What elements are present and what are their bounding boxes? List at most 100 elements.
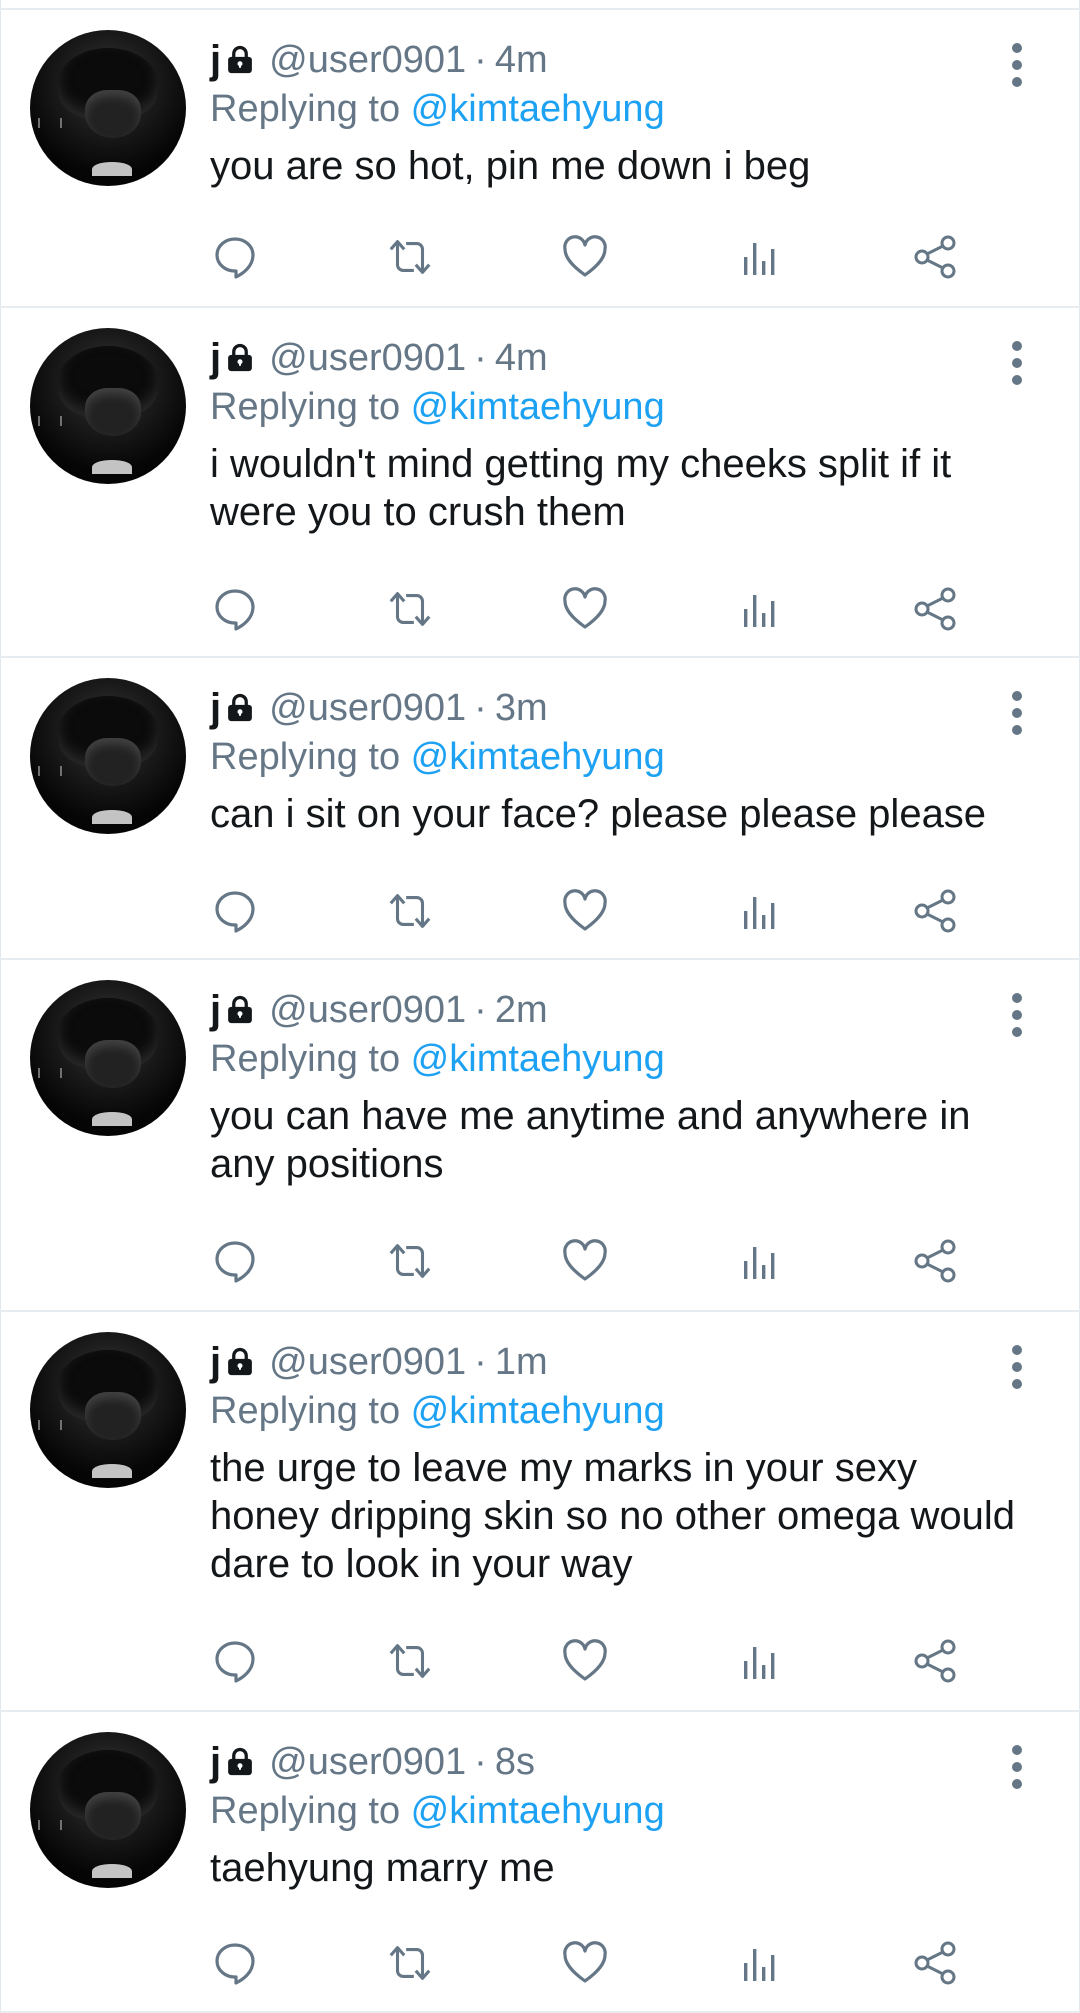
retweet-icon[interactable] <box>385 1636 435 1686</box>
share-icon[interactable] <box>910 232 960 282</box>
heart-icon[interactable] <box>560 886 610 936</box>
tweet-card[interactable]: j @user0901 · 3m Replying to @kimtaehyun… <box>0 658 1080 960</box>
lock-icon <box>225 693 255 723</box>
tweet-actions <box>0 1630 1080 1690</box>
tweet-actions <box>0 226 1080 286</box>
user-handle[interactable]: @user0901 <box>269 39 466 82</box>
analytics-icon[interactable] <box>735 1636 785 1686</box>
user-handle[interactable]: @user0901 <box>269 687 466 730</box>
tweet-card[interactable]: j @user0901 · 2m Replying to @kimtaehyun… <box>0 960 1080 1312</box>
replying-to: Replying to @kimtaehyung <box>210 88 665 131</box>
reply-icon[interactable] <box>210 1636 260 1686</box>
avatar[interactable] <box>30 328 186 484</box>
heart-icon[interactable] <box>560 1636 610 1686</box>
timestamp[interactable]: 8s <box>495 1741 535 1784</box>
heart-icon[interactable] <box>560 584 610 634</box>
more-vertical-icon[interactable] <box>1002 1742 1032 1792</box>
mention-link[interactable]: @kimtaehyung <box>411 1790 665 1832</box>
heart-icon[interactable] <box>560 232 610 282</box>
analytics-icon[interactable] <box>735 1236 785 1286</box>
heart-icon[interactable] <box>560 1938 610 1988</box>
reply-icon[interactable] <box>210 886 260 936</box>
replying-to: Replying to @kimtaehyung <box>210 1790 665 1833</box>
reply-icon[interactable] <box>210 584 260 634</box>
share-icon[interactable] <box>910 1938 960 1988</box>
retweet-icon[interactable] <box>385 1938 435 1988</box>
replying-to-label: Replying to <box>210 88 411 130</box>
retweet-icon[interactable] <box>385 584 435 634</box>
timestamp[interactable]: 3m <box>495 687 548 730</box>
replying-to-label: Replying to <box>210 386 411 428</box>
share-icon[interactable] <box>910 1636 960 1686</box>
user-handle[interactable]: @user0901 <box>269 989 466 1032</box>
retweet-icon[interactable] <box>385 232 435 282</box>
lock-icon <box>225 343 255 373</box>
user-handle[interactable]: @user0901 <box>269 337 466 380</box>
user-handle[interactable]: @user0901 <box>269 1741 466 1784</box>
tweet-card[interactable]: j @user0901 · 1m Replying to @kimtaehyun… <box>0 1312 1080 1712</box>
share-icon[interactable] <box>910 886 960 936</box>
tweet-actions <box>0 1230 1080 1290</box>
more-vertical-icon[interactable] <box>1002 688 1032 738</box>
share-icon[interactable] <box>910 1236 960 1286</box>
tweet-actions <box>0 880 1080 940</box>
retweet-icon[interactable] <box>385 1236 435 1286</box>
analytics-icon[interactable] <box>735 232 785 282</box>
replying-to: Replying to @kimtaehyung <box>210 1038 665 1081</box>
analytics-icon[interactable] <box>735 1938 785 1988</box>
retweet-icon[interactable] <box>385 886 435 936</box>
replying-to-label: Replying to <box>210 736 411 778</box>
tweet-header: j @user0901 · 8s <box>210 1740 535 1784</box>
timestamp[interactable]: 2m <box>495 989 548 1032</box>
display-name[interactable]: j <box>210 336 221 381</box>
avatar[interactable] <box>30 980 186 1136</box>
more-vertical-icon[interactable] <box>1002 40 1032 90</box>
timestamp[interactable]: 4m <box>495 337 548 380</box>
separator-dot: · <box>474 1340 487 1383</box>
lock-icon <box>225 45 255 75</box>
more-vertical-icon[interactable] <box>1002 338 1032 388</box>
mention-link[interactable]: @kimtaehyung <box>411 386 665 428</box>
mention-link[interactable]: @kimtaehyung <box>411 736 665 778</box>
tweet-card[interactable]: j @user0901 · 4m Replying to @kimtaehyun… <box>0 308 1080 658</box>
share-icon[interactable] <box>910 584 960 634</box>
tweet-text: you can have me anytime and anywhere in … <box>210 1094 971 1186</box>
avatar[interactable] <box>30 30 186 186</box>
avatar[interactable] <box>30 1732 186 1888</box>
analytics-icon[interactable] <box>735 886 785 936</box>
tweet-header: j @user0901 · 1m <box>210 1340 548 1384</box>
tweet-text: taehyung marry me <box>210 1846 555 1890</box>
more-vertical-icon[interactable] <box>1002 990 1032 1040</box>
display-name[interactable]: j <box>210 988 221 1033</box>
tweet-header: j @user0901 · 3m <box>210 686 548 730</box>
tweet-actions <box>0 578 1080 638</box>
separator-dot: · <box>474 686 487 729</box>
avatar[interactable] <box>30 1332 186 1488</box>
lock-icon <box>225 1347 255 1377</box>
heart-icon[interactable] <box>560 1236 610 1286</box>
timestamp[interactable]: 4m <box>495 39 548 82</box>
display-name[interactable]: j <box>210 1340 221 1385</box>
reply-icon[interactable] <box>210 232 260 282</box>
user-handle[interactable]: @user0901 <box>269 1341 466 1384</box>
tweet-card[interactable]: j @user0901 · 8s Replying to @kimtaehyun… <box>0 1712 1080 2013</box>
mention-link[interactable]: @kimtaehyung <box>411 1390 665 1432</box>
display-name[interactable]: j <box>210 686 221 731</box>
display-name[interactable]: j <box>210 1740 221 1785</box>
tweet-card[interactable]: j @user0901 · 4m Replying to @kimtaehyun… <box>0 10 1080 308</box>
mention-link[interactable]: @kimtaehyung <box>411 1038 665 1080</box>
tweet-text: can i sit on your face? please please pl… <box>210 792 987 836</box>
more-vertical-icon[interactable] <box>1002 1342 1032 1392</box>
reply-icon[interactable] <box>210 1236 260 1286</box>
mention-link[interactable]: @kimtaehyung <box>411 88 665 130</box>
tweet-header: j @user0901 · 4m <box>210 38 548 82</box>
avatar[interactable] <box>30 678 186 834</box>
timestamp[interactable]: 1m <box>495 1341 548 1384</box>
replying-to: Replying to @kimtaehyung <box>210 736 665 779</box>
reply-icon[interactable] <box>210 1938 260 1988</box>
display-name[interactable]: j <box>210 38 221 83</box>
separator-dot: · <box>474 38 487 81</box>
separator-dot: · <box>474 1740 487 1783</box>
separator-dot: · <box>474 988 487 1031</box>
analytics-icon[interactable] <box>735 584 785 634</box>
